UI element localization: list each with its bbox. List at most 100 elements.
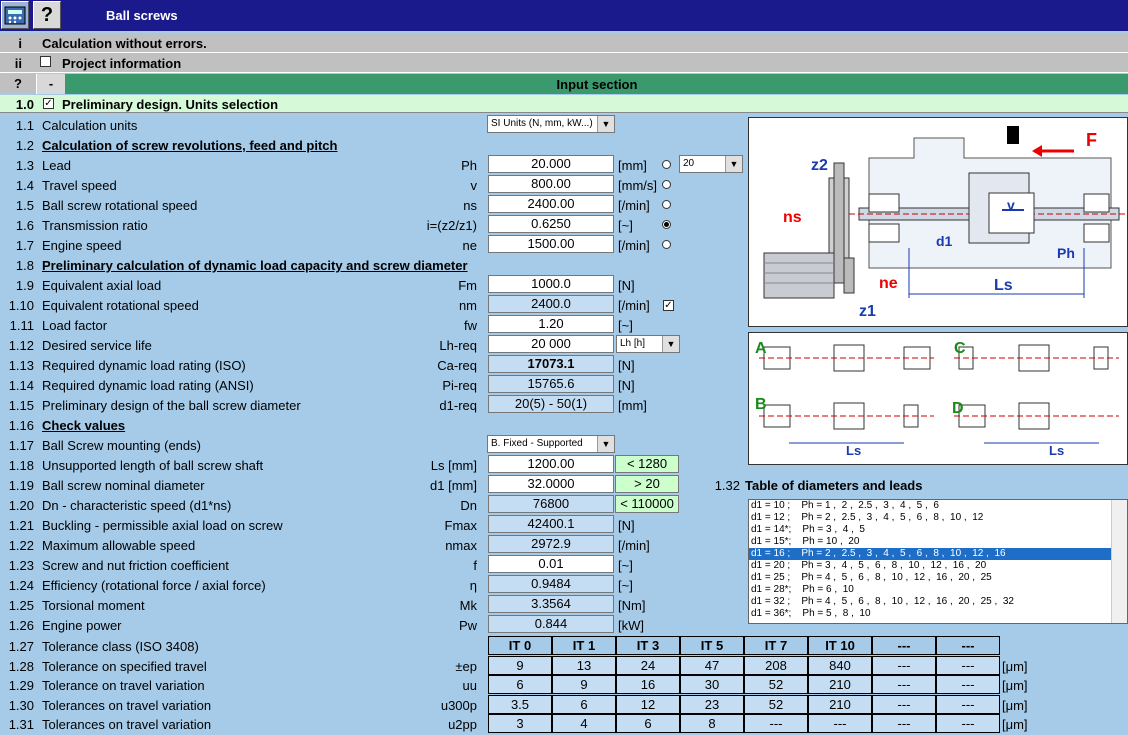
prelim-checkbox[interactable]: ✓ <box>43 98 54 109</box>
input-section-help[interactable]: ? <box>0 74 37 94</box>
chevron-down-icon: ▼ <box>597 116 614 132</box>
row-label: Tolerances on travel variation <box>42 698 212 713</box>
screw-drive-diagram: F z2 ns v d1 Ph ne Ls z1 <box>748 117 1128 327</box>
max-speed-value: 2972.9 <box>488 535 614 553</box>
ls-label-d: Ls <box>1049 443 1064 458</box>
row-label: Screw and nut friction coefficient <box>42 558 229 573</box>
torsional-moment-value: 3.3564 <box>488 595 614 613</box>
life-unit-select[interactable]: Lh [h] ▼ <box>616 335 680 353</box>
unsupported-length-input[interactable]: 1200.00 <box>488 455 614 473</box>
row-symbol: f <box>473 558 477 573</box>
load-factor-input[interactable]: 1.20 <box>488 315 614 333</box>
project-checkbox[interactable] <box>40 56 51 67</box>
list-item[interactable]: d1 = 14*; Ph = 3 , 4 , 5 <box>749 524 1127 536</box>
tolerance-cell: 210 <box>808 695 872 714</box>
axial-load-input[interactable]: 1000.0 <box>488 275 614 293</box>
row-unit: [~] <box>618 558 633 573</box>
tolerance-cell: 4 <box>552 714 616 733</box>
row-symbol: Fm <box>458 278 477 293</box>
ns-label: ns <box>783 209 802 226</box>
row-num: 1.20 <box>8 498 34 513</box>
status-text: Calculation without errors. <box>42 36 207 51</box>
list-item[interactable]: d1 = 36*; Ph = 5 , 8 , 10 <box>749 608 1127 620</box>
lead-select[interactable]: 20 ▼ <box>679 155 743 173</box>
table-num: 1.32 <box>714 478 740 493</box>
collapse-button[interactable]: - <box>37 74 65 94</box>
row-unit: [μm] <box>1002 698 1028 713</box>
lead-input[interactable]: 20.000 <box>488 155 614 173</box>
list-item[interactable]: d1 = 20 ; Ph = 3 , 4 , 5 , 6 , 8 , 10 , … <box>749 560 1127 572</box>
row-num: 1.22 <box>8 538 34 553</box>
row-symbol: nm <box>458 298 477 313</box>
tolerance-cell: 16 <box>616 675 680 694</box>
tolerance-cell: --- <box>936 656 1000 675</box>
row-label: Dn - characteristic speed (d1*ns) <box>42 498 232 513</box>
list-item[interactable]: d1 = 12 ; Ph = 2 , 2.5 , 3 , 4 , 5 , 6 ,… <box>749 512 1127 524</box>
row-unit: [N] <box>618 358 635 373</box>
rotational-speed-input[interactable]: 2400.00 <box>488 195 614 213</box>
rotational-speed-radio[interactable] <box>662 200 671 209</box>
row-unit: [kW] <box>618 618 644 633</box>
mounting-select[interactable]: B. Fixed - Supported ▼ <box>487 435 615 453</box>
engine-speed-input[interactable]: 1500.00 <box>488 235 614 253</box>
ansi-rating-value: 15765.6 <box>488 375 614 393</box>
tolerance-class-header: IT 10 <box>808 636 872 655</box>
tolerance-class-header: --- <box>872 636 936 655</box>
lead-radio[interactable] <box>662 160 671 169</box>
list-item[interactable]: d1 = 16 ; Ph = 2 , 2.5 , 3 , 4 , 5 , 6 ,… <box>749 548 1127 560</box>
row-label: Lead <box>42 158 71 173</box>
row-symbol: ns <box>463 198 477 213</box>
row-num: 1.25 <box>8 598 34 613</box>
row-symbol: d1 [mm] <box>430 478 477 493</box>
ne-label: ne <box>879 275 898 292</box>
engine-power-value: 0.844 <box>488 615 614 633</box>
row-num: 1.27 <box>8 639 34 654</box>
equivalent-speed-value: 2400.0 <box>488 295 614 313</box>
row-label: Unsupported length of ball screw shaft <box>42 458 264 473</box>
units-select[interactable]: SI Units (N, mm, kW...) ▼ <box>487 115 615 133</box>
project-label: Project information <box>62 56 182 71</box>
engine-speed-radio[interactable] <box>662 240 671 249</box>
tolerance-cell: 30 <box>680 675 744 694</box>
chevron-down-icon: ▼ <box>597 436 614 452</box>
list-item[interactable]: d1 = 10 ; Ph = 1 , 2 , 2.5 , 3 , 4 , 5 ,… <box>749 500 1127 512</box>
service-life-input[interactable]: 20 000 <box>488 335 614 353</box>
list-item[interactable]: d1 = 25 ; Ph = 4 , 5 , 6 , 8 , 10 , 12 ,… <box>749 572 1127 584</box>
list-item[interactable]: d1 = 28*; Ph = 6 , 10 <box>749 584 1127 596</box>
tolerance-cell: 9 <box>488 656 552 675</box>
friction-input[interactable]: 0.01 <box>488 555 614 573</box>
mount-d-label: D <box>952 400 964 417</box>
travel-speed-input[interactable]: 800.00 <box>488 175 614 193</box>
help-button[interactable]: ? <box>33 1 61 29</box>
tolerance-class-header: IT 7 <box>744 636 808 655</box>
force-label: F <box>1086 130 1097 150</box>
list-scrollbar[interactable] <box>1111 500 1127 623</box>
list-item[interactable]: d1 = 15*; Ph = 10 , 20 <box>749 536 1127 548</box>
row-unit: [mm/s] <box>618 178 657 193</box>
transmission-ratio-radio[interactable] <box>662 220 671 229</box>
input-section-title: Input section <box>556 77 638 92</box>
row-unit: [μm] <box>1002 659 1028 674</box>
row-symbol: η <box>469 578 477 593</box>
row-symbol: Pi-req <box>442 378 477 393</box>
app-icon-button[interactable] <box>1 1 29 29</box>
row-num: 1.31 <box>8 717 34 732</box>
equivalent-speed-checkbox[interactable]: ✓ <box>663 300 674 311</box>
row-num: 1.14 <box>8 378 34 393</box>
row-label: Equivalent axial load <box>42 278 162 293</box>
row-unit: [~] <box>618 218 633 233</box>
nominal-diameter-input[interactable]: 32.0000 <box>488 475 614 493</box>
diameter-lead-list[interactable]: d1 = 10 ; Ph = 1 , 2 , 2.5 , 3 , 4 , 5 ,… <box>748 499 1128 624</box>
transmission-ratio-input[interactable]: 0.6250 <box>488 215 614 233</box>
row-num: 1.1 <box>15 118 34 133</box>
row-unit: [/min] <box>618 238 650 253</box>
tolerance-cell: 13 <box>552 656 616 675</box>
row-num: 1.3 <box>15 158 34 173</box>
section-heading: Preliminary calculation of dynamic load … <box>42 258 468 273</box>
list-item[interactable]: d1 = 32 ; Ph = 4 , 5 , 6 , 8 , 10 , 12 ,… <box>749 596 1127 608</box>
row-label: Ball screw nominal diameter <box>42 478 205 493</box>
travel-speed-radio[interactable] <box>662 180 671 189</box>
tolerance-class-header: IT 1 <box>552 636 616 655</box>
row-symbol: ±ep <box>455 659 477 674</box>
row-label: Engine speed <box>42 238 122 253</box>
